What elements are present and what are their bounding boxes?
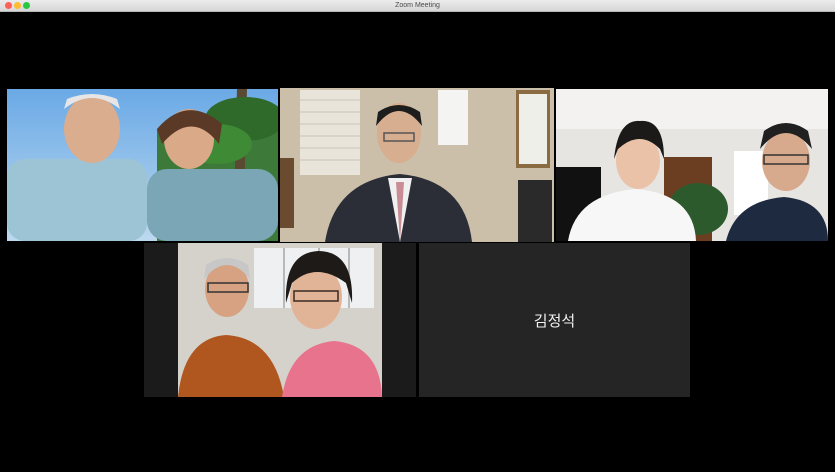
window-title: Zoom Meeting — [395, 2, 440, 9]
participant-video — [7, 89, 278, 241]
video-tile-participant-4[interactable] — [144, 243, 416, 397]
video-tile-participant-2-active-speaker[interactable] — [280, 88, 554, 242]
video-tile-participant-3[interactable] — [556, 89, 828, 241]
participant-video — [144, 243, 416, 397]
video-tile-participant-1[interactable] — [7, 89, 278, 241]
participant-name: 김정석 — [533, 311, 576, 330]
participant-video — [556, 89, 828, 241]
participant-video — [280, 88, 554, 242]
title-bar: Zoom Meeting — [0, 0, 835, 12]
video-tile-participant-5-camera-off[interactable]: 김정석 — [419, 243, 690, 397]
